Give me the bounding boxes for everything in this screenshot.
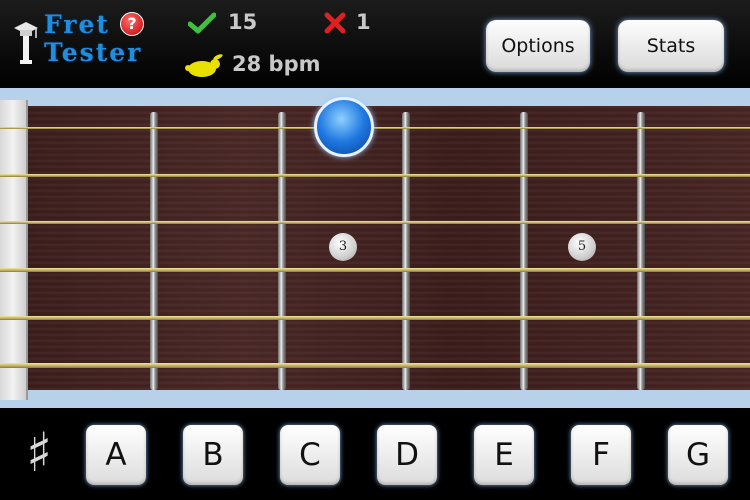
fret-marker-5: 5 xyxy=(568,233,596,261)
graduation-cap-icon xyxy=(14,22,38,64)
top-bar: Fret Tester ? 15 1 28 bpm Options Stats xyxy=(0,0,750,88)
nut xyxy=(0,100,28,400)
fret-2 xyxy=(278,112,286,390)
stats-button[interactable]: Stats xyxy=(618,20,724,72)
string-6 xyxy=(0,363,750,368)
wrong-count: 1 xyxy=(356,10,371,34)
rabbit-icon xyxy=(185,54,223,77)
help-icon[interactable]: ? xyxy=(120,12,144,36)
fret-3 xyxy=(402,112,410,390)
target-note-indicator xyxy=(314,97,374,157)
sharp-icon[interactable]: ♯ xyxy=(26,418,52,488)
x-mark-icon xyxy=(324,12,346,34)
string-5 xyxy=(0,316,750,320)
app-logo: Fret Tester ? xyxy=(12,10,152,70)
fret-1 xyxy=(150,112,158,390)
fret-marker-3: 3 xyxy=(329,233,357,261)
fret-4 xyxy=(520,112,528,390)
note-button-a[interactable]: A xyxy=(86,425,146,485)
string-3 xyxy=(0,221,750,224)
fret-5 xyxy=(637,112,645,390)
note-button-g[interactable]: G xyxy=(668,425,728,485)
note-button-d[interactable]: D xyxy=(377,425,437,485)
note-button-c[interactable]: C xyxy=(280,425,340,485)
tempo-value: 28 bpm xyxy=(232,52,321,76)
checkmark-icon xyxy=(188,12,216,34)
string-1 xyxy=(0,127,750,129)
options-button[interactable]: Options xyxy=(486,20,590,72)
correct-count: 15 xyxy=(228,10,258,34)
note-button-b[interactable]: B xyxy=(183,425,243,485)
string-2 xyxy=(0,174,750,177)
note-button-f[interactable]: F xyxy=(571,425,631,485)
string-4 xyxy=(0,268,750,272)
note-button-e[interactable]: E xyxy=(474,425,534,485)
logo-word-tester: Tester xyxy=(44,38,143,67)
logo-word-fret: Fret xyxy=(44,10,110,39)
